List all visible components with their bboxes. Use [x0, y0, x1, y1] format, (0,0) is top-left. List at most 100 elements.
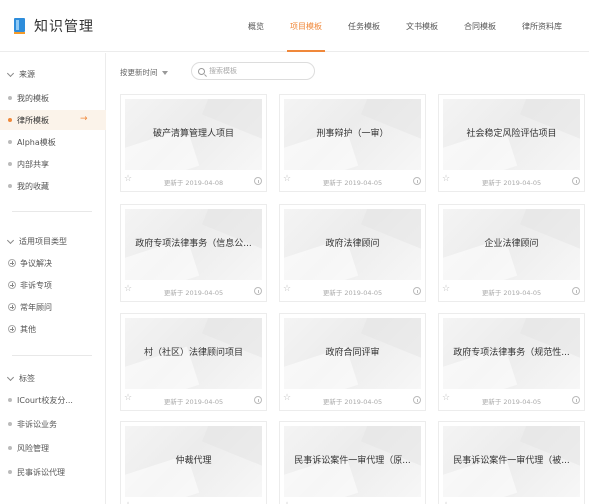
sidebar-item-my-favorites[interactable]: 我的收藏: [0, 176, 106, 196]
nav-project-templates[interactable]: 项目模板: [277, 0, 335, 52]
card-updated: 更新于 2019-04-05: [163, 289, 224, 297]
card-title: 政府专项法律事务（规范性...: [453, 348, 570, 358]
sidebar-item-internal-share[interactable]: 内部共享: [0, 154, 106, 174]
sidebar-item-label: 民事诉讼代理: [17, 467, 65, 477]
sidebar-item-tag-non-litigation[interactable]: 非诉讼业务: [0, 414, 106, 434]
card-updated: 更新于 2019-04-05: [163, 398, 224, 406]
info-icon[interactable]: [572, 287, 580, 295]
plus-circle-icon: [8, 325, 16, 333]
card-title: 社会稳定风险评估项目: [466, 129, 557, 139]
divider: [12, 211, 92, 212]
template-card[interactable]: 政府专项法律事务（信息公... ☆ 更新于 2019-04-05: [120, 204, 267, 302]
chevron-down-icon: [7, 71, 14, 78]
nav-task-templates[interactable]: 任务模板: [335, 0, 393, 52]
card-updated: 更新于 2019-04-05: [322, 289, 383, 297]
section-tags-title: 标签: [19, 374, 35, 383]
card-updated: 更新于 2019-04-05: [481, 179, 542, 187]
book-icon: [14, 18, 26, 34]
info-icon[interactable]: [413, 287, 421, 295]
card-footer: ☆ 更新于 2019-04-05: [439, 282, 584, 302]
sidebar-item-label: 内部共享: [17, 159, 49, 169]
template-card[interactable]: 民事诉讼案件一审代理（原... ☆: [279, 421, 426, 504]
card-footer: ☆ 更新于 2019-04-05: [439, 172, 584, 192]
card-title: 仲裁代理: [175, 456, 212, 466]
sidebar-item-label: 我的模板: [17, 93, 49, 103]
info-icon[interactable]: [413, 177, 421, 185]
card-footer: ☆ 更新于 2019-04-05: [280, 172, 425, 192]
card-footer: ☆: [121, 499, 266, 504]
section-tags-header[interactable]: 标签: [7, 373, 35, 384]
sidebar-item-label: 非诉专项: [20, 280, 52, 290]
plus-circle-icon: [8, 303, 16, 311]
card-title: 村（社区）法律顾问项目: [143, 348, 243, 358]
sidebar-item-label: ICourt校友分...: [17, 395, 73, 405]
card-updated: 更新于 2019-04-05: [322, 398, 383, 406]
sidebar-item-label: 非诉讼业务: [17, 419, 57, 429]
info-icon[interactable]: [572, 396, 580, 404]
template-card[interactable]: 政府专项法律事务（规范性... ☆ 更新于 2019-04-05: [438, 313, 585, 411]
nav-firm-library[interactable]: 律所资料库: [509, 0, 575, 52]
sidebar-item-alpha-templates[interactable]: Alpha模板: [0, 132, 106, 152]
info-icon[interactable]: [572, 177, 580, 185]
sidebar-item-tag-civil[interactable]: 民事诉讼代理: [0, 462, 106, 482]
app-logo[interactable]: 知识管理: [14, 16, 94, 36]
sidebar-item-my-templates[interactable]: 我的模板: [0, 88, 106, 108]
card-title: 政府专项法律事务（信息公...: [135, 239, 252, 249]
card-title: 企业法律顾问: [484, 239, 539, 249]
nav-document-templates[interactable]: 文书模板: [393, 0, 451, 52]
sidebar-item-label: 风险管理: [17, 443, 49, 453]
bullet-icon: [8, 96, 12, 100]
sidebar-item-non-litigation[interactable]: 非诉专项: [0, 275, 106, 295]
bullet-icon: [8, 398, 12, 402]
bullet-icon: [8, 118, 12, 122]
card-footer: ☆ 更新于 2019-04-08: [121, 172, 266, 192]
chevron-down-icon: [7, 375, 14, 382]
card-updated: 更新于 2019-04-05: [322, 179, 383, 187]
caret-down-icon: [161, 70, 168, 75]
sidebar-item-retainer[interactable]: 常年顾问: [0, 297, 106, 317]
template-card[interactable]: 刑事辩护（一审） ☆ 更新于 2019-04-05: [279, 94, 426, 192]
bullet-icon: [8, 470, 12, 474]
sidebar: 来源 我的模板 律所模板 → Alpha模板 内部共享 我的收藏 适用项目类型 …: [0, 53, 106, 504]
card-updated: 更新于 2019-04-05: [481, 289, 542, 297]
template-card[interactable]: 社会稳定风险评估项目 ☆ 更新于 2019-04-05: [438, 94, 585, 192]
template-card[interactable]: 民事诉讼案件一审代理（被... ☆: [438, 421, 585, 504]
template-card[interactable]: 政府合同评审 ☆ 更新于 2019-04-05: [279, 313, 426, 411]
bullet-icon: [8, 422, 12, 426]
template-card[interactable]: 企业法律顾问 ☆ 更新于 2019-04-05: [438, 204, 585, 302]
sidebar-item-tag-icourt[interactable]: ICourt校友分...: [0, 390, 106, 410]
section-source-header[interactable]: 来源: [7, 69, 35, 80]
bullet-icon: [8, 162, 12, 166]
sidebar-item-firm-templates[interactable]: 律所模板 →: [0, 110, 106, 130]
info-icon[interactable]: [254, 177, 262, 185]
nav-contract-templates[interactable]: 合同模板: [451, 0, 509, 52]
nav-overview[interactable]: 概览: [235, 0, 277, 52]
card-footer: ☆ 更新于 2019-04-05: [121, 282, 266, 302]
info-icon[interactable]: [413, 396, 421, 404]
card-updated: 更新于 2019-04-05: [481, 398, 542, 406]
card-title: 民事诉讼案件一审代理（原...: [294, 456, 411, 466]
card-title: 政府法律顾问: [325, 239, 380, 249]
chevron-down-icon: [7, 238, 14, 245]
template-card[interactable]: 村（社区）法律顾问项目 ☆ 更新于 2019-04-05: [120, 313, 267, 411]
bullet-icon: [8, 446, 12, 450]
main-nav: 概览 项目模板 任务模板 文书模板 合同模板 律所资料库: [235, 0, 575, 52]
bullet-icon: [8, 140, 12, 144]
search-box[interactable]: [191, 62, 315, 80]
card-footer: ☆ 更新于 2019-04-05: [280, 282, 425, 302]
section-types-header[interactable]: 适用项目类型: [7, 236, 67, 247]
template-card[interactable]: 仲裁代理 ☆: [120, 421, 267, 504]
arrow-right-icon: →: [80, 114, 88, 124]
sort-dropdown[interactable]: 按更新时间: [120, 67, 168, 78]
card-title: 政府合同评审: [325, 348, 380, 358]
search-input[interactable]: [209, 67, 304, 75]
sidebar-item-tag-risk[interactable]: 风险管理: [0, 438, 106, 458]
sidebar-item-other[interactable]: 其他: [0, 319, 106, 339]
sidebar-item-label: 其他: [20, 324, 36, 334]
template-card[interactable]: 政府法律顾问 ☆ 更新于 2019-04-05: [279, 204, 426, 302]
info-icon[interactable]: [254, 396, 262, 404]
sidebar-item-dispute-resolution[interactable]: 争议解决: [0, 253, 106, 273]
sidebar-item-label: 我的收藏: [17, 181, 49, 191]
template-card[interactable]: 破产清算管理人项目 ☆ 更新于 2019-04-08: [120, 94, 267, 192]
info-icon[interactable]: [254, 287, 262, 295]
